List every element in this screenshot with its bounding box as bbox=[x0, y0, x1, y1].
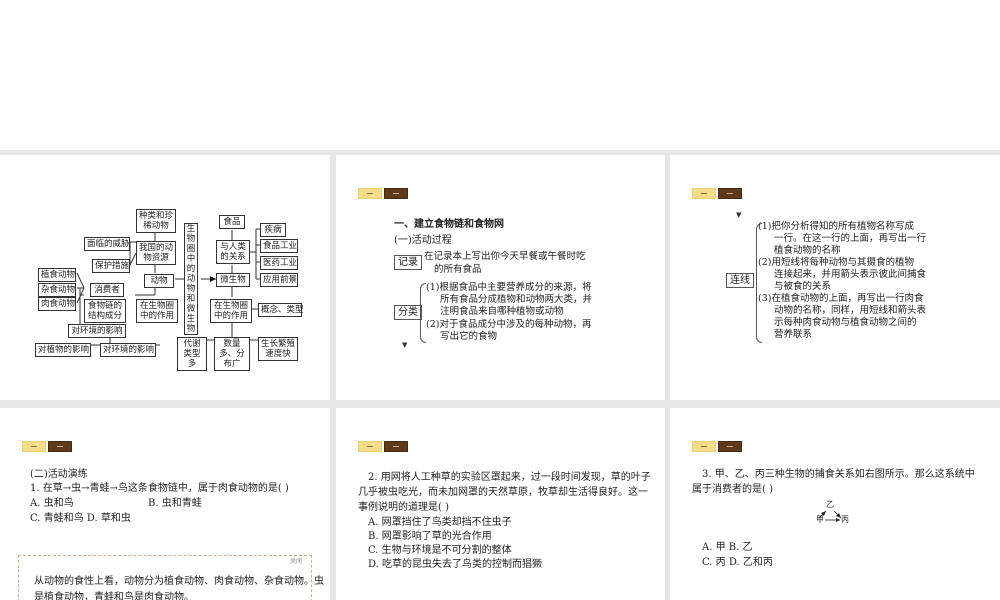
record-line-1: 在记录本上写出你今天早餐或午餐时吃 bbox=[424, 251, 586, 262]
link-line-10: 营养联系 bbox=[774, 329, 813, 340]
question-2-line-3: 事例说明的道理是( ) bbox=[358, 502, 449, 513]
slide-tabs bbox=[692, 188, 742, 199]
node-env-impact: 对环境的影响 bbox=[68, 324, 126, 338]
option-c-d[interactable]: C. 丙 D. 乙和丙 bbox=[702, 556, 773, 569]
exercise-section-title: (二)活动演练 bbox=[30, 469, 88, 480]
tab-1[interactable] bbox=[22, 441, 46, 452]
classify-label: 分类 bbox=[394, 305, 422, 320]
node-animals: 动物 bbox=[144, 274, 174, 288]
diagram-node-jia: 甲 bbox=[816, 515, 824, 524]
question-1: 1. 在草→虫→青蛙→鸟这条食物链中，属于肉食动物的是( ) bbox=[30, 483, 289, 494]
diagram-node-bing: 丙 bbox=[841, 515, 849, 524]
tab-1[interactable] bbox=[358, 441, 382, 452]
question-2-line-2: 几乎被虫吃光，而未加网罩的天然草原，牧草却生活得良好。这一 bbox=[358, 487, 648, 498]
blank-top-area bbox=[0, 0, 1000, 150]
option-b[interactable]: B. 网罩影响了草的光合作用 bbox=[368, 530, 492, 543]
question-2-line-1: 2. 用网将人工种草的实验区罩起来，过一段时间发现，草的叶子 bbox=[368, 472, 651, 483]
slide-linking-steps[interactable]: ▼ 连线 (1)把你分析得知的所有植物名称写成 一行。在这一行的上面，再写出一行… bbox=[670, 155, 1000, 400]
classify-line-5: 写出它的食物 bbox=[440, 331, 498, 342]
tab-1[interactable] bbox=[358, 188, 382, 199]
slide-tabs bbox=[358, 441, 408, 452]
node-carnivore: 肉食动物 bbox=[38, 297, 76, 311]
tab-2[interactable] bbox=[48, 441, 72, 452]
tab-2[interactable] bbox=[384, 441, 408, 452]
tab-1[interactable] bbox=[692, 188, 716, 199]
node-micro-role: 在生物圈中的作用 bbox=[210, 299, 252, 323]
node-foodchain-struct: 食物链的结构成分 bbox=[84, 299, 126, 323]
tab-2[interactable] bbox=[384, 188, 408, 199]
slide-activity-process[interactable]: 一、建立食物链和食物网 (一)活动过程 记录 在记录本上写出你今天早餐或午餐时吃… bbox=[336, 155, 665, 400]
option-a-b[interactable]: A. 甲 B. 乙 bbox=[702, 541, 752, 554]
slide-tabs bbox=[358, 188, 408, 199]
node-plant-impact: 对植物的影响 bbox=[35, 343, 91, 357]
option-c[interactable]: C. 生物与环境是不可分割的整体 bbox=[368, 544, 512, 557]
node-metabolism: 代谢类型多 bbox=[177, 337, 207, 371]
node-medicine: 医药工业 bbox=[260, 256, 298, 270]
node-growth: 生长繁殖速度快 bbox=[258, 337, 298, 361]
record-line-2: 的所有食品 bbox=[434, 264, 482, 275]
option-a[interactable]: A. 虫和鸟 bbox=[30, 497, 74, 510]
node-species: 种类和珍稀动物 bbox=[136, 209, 176, 233]
node-distribution: 数量多、分布广 bbox=[214, 337, 250, 371]
node-resources: 我国的动物资源 bbox=[136, 241, 176, 265]
node-omnivore: 杂食动物 bbox=[38, 283, 76, 297]
option-d[interactable]: D. 吃草的昆虫失去了鸟类的控制而猖獗 bbox=[368, 558, 542, 571]
node-consumer: 消费者 bbox=[90, 283, 124, 297]
link-label: 连线 bbox=[726, 273, 754, 288]
node-env-impact2: 对环境的影响 bbox=[100, 343, 156, 357]
section-heading: 一、建立食物链和食物网 bbox=[394, 219, 504, 230]
option-c-d[interactable]: C. 青蛙和鸟 D. 草和虫 bbox=[30, 512, 131, 525]
node-prospect: 应用前景 bbox=[260, 273, 298, 287]
node-center-title: 生物圈中的动物和微生物 bbox=[184, 223, 198, 335]
scroll-arrow-icon[interactable]: ▼ bbox=[402, 341, 407, 349]
node-food: 食品 bbox=[219, 215, 245, 229]
node-food-industry: 食品工业 bbox=[260, 239, 298, 253]
slide-exercise-1[interactable]: (二)活动演练 1. 在草→虫→青蛙→鸟这条食物链中，属于肉食动物的是( ) A… bbox=[0, 408, 330, 600]
node-threats: 面临的威胁 bbox=[84, 237, 130, 251]
slide-exercise-3[interactable]: 3. 甲、乙、丙三种生物的捕食关系如右图所示。那么这系统中 属于消费者的是( )… bbox=[670, 408, 1000, 600]
predation-diagram-arrows bbox=[818, 510, 842, 522]
node-concept: 概念、类型 bbox=[258, 303, 304, 317]
node-herbivore: 植食动物 bbox=[38, 268, 76, 282]
close-button[interactable]: 关闭 bbox=[290, 558, 302, 566]
classify-line-3: 注明食品来自哪种植物或动物 bbox=[440, 306, 564, 317]
node-protection: 保护措施 bbox=[92, 259, 130, 273]
node-role-in-bio: 在生物圈中的作用 bbox=[136, 299, 178, 323]
tab-2[interactable] bbox=[718, 188, 742, 199]
slide-concept-map[interactable]: 种类和珍稀动物 面临的威胁 我国的动物资源 保护措施 动物 生物圈中的动物和微生… bbox=[0, 155, 330, 400]
slide-tabs bbox=[22, 441, 72, 452]
link-brace bbox=[756, 223, 762, 343]
sub-heading: (一)活动过程 bbox=[394, 235, 452, 246]
node-microbes: 微生物 bbox=[216, 273, 250, 287]
scroll-arrow-icon[interactable]: ▼ bbox=[736, 211, 741, 219]
explanation-line-2: 是植食动物，青蛙和鸟是肉食动物。 bbox=[34, 592, 194, 600]
slide-exercise-2[interactable]: 2. 用网将人工种草的实验区罩起来，过一段时间发现，草的叶子 几乎被虫吃光，而未… bbox=[336, 408, 665, 600]
node-disease: 疾病 bbox=[260, 223, 286, 237]
record-label: 记录 bbox=[394, 255, 422, 270]
option-b[interactable]: B. 虫和青蛙 bbox=[148, 497, 202, 510]
diagram-node-yi: 乙 bbox=[826, 500, 834, 509]
node-human-relation: 与人类的关系 bbox=[216, 240, 250, 264]
option-a[interactable]: A. 网罩挡住了鸟类却挡不住虫子 bbox=[368, 516, 512, 529]
explanation-line-1: 从动物的食性上看，动物分为植食动物、肉食动物、杂食动物。虫 bbox=[34, 576, 324, 587]
